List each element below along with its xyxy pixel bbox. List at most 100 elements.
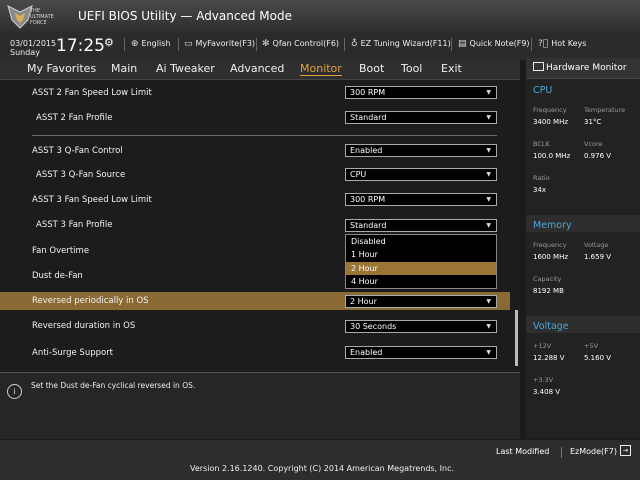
bulb-icon: ♁ — [351, 39, 358, 49]
day: Sunday — [10, 48, 40, 57]
app-title: UEFI BIOS Utility — Advanced Mode — [78, 9, 292, 23]
separator — [561, 447, 562, 458]
question-icon: ?⃞ — [538, 39, 549, 49]
setting-label: Dust de-Fan — [32, 271, 83, 281]
ez-tuning-wizard-button[interactable]: ♁ EZ Tuning Wizard(F11) — [351, 39, 451, 49]
dropdown-arrow-icon: ▼ — [486, 349, 491, 356]
dropdown-option[interactable]: 1 Hour — [346, 248, 496, 261]
asst2-fan-speed-low-limit-select[interactable]: 300 RPM ▼ — [345, 86, 497, 99]
tab-boot[interactable]: Boot — [359, 62, 384, 75]
gear-icon[interactable]: ⚙ — [104, 36, 114, 49]
asst2-fan-profile-select[interactable]: Standard ▼ — [345, 111, 497, 124]
logo-text-line: FORCE — [30, 20, 47, 26]
hot-keys-label: Hot Keys — [551, 39, 587, 48]
separator — [124, 38, 125, 51]
dropdown-arrow-icon: ▼ — [486, 323, 491, 330]
v33-label: +3.3V — [533, 376, 554, 384]
ratio-label: Ratio — [533, 174, 550, 182]
help-text: Set the Dust de-Fan cyclical reversed in… — [31, 381, 196, 390]
cpu-frequency-value: 3400 MHz — [533, 118, 569, 126]
tab-advanced[interactable]: Advanced — [230, 62, 284, 75]
select-value: CPU — [350, 170, 367, 179]
date-display: 03/01/2015 Sunday — [10, 39, 56, 57]
setting-label: Fan Overtime — [32, 246, 90, 256]
setting-label: ASST 3 Fan Speed Low Limit — [32, 195, 152, 205]
select-value: Standard — [350, 113, 387, 122]
dropdown-arrow-icon: ▼ — [486, 196, 491, 203]
monitor-icon — [533, 62, 544, 71]
version-text: Version 2.16.1240. Copyright (C) 2014 Am… — [190, 464, 455, 473]
memory-frequency-value: 1600 MHz — [533, 253, 569, 261]
setting-label: ASST 2 Fan Speed Low Limit — [32, 88, 152, 98]
select-value: 30 Seconds — [350, 322, 397, 331]
tab-main[interactable]: Main — [111, 62, 137, 75]
hot-keys-button[interactable]: ?⃞ Hot Keys — [538, 39, 586, 49]
vcore-label: Vcore — [584, 140, 603, 148]
tab-exit[interactable]: Exit — [441, 62, 462, 75]
select-value: 300 RPM — [350, 195, 386, 204]
separator — [178, 38, 179, 51]
language-button[interactable]: ⊕ English — [131, 39, 170, 49]
capacity-value: 8192 MB — [533, 287, 564, 295]
select-value: 300 RPM — [350, 88, 386, 97]
tab-monitor[interactable]: Monitor — [300, 62, 342, 76]
info-icon: i — [7, 384, 22, 399]
dropdown-arrow-icon: ▼ — [486, 89, 491, 96]
vcore-value: 0.976 V — [584, 152, 612, 160]
bclk-value: 100.0 MHz — [533, 152, 571, 160]
ezmode-button[interactable]: EzMode(F7) — [570, 447, 617, 456]
v5-label: +5V — [584, 342, 599, 350]
exit-arrow-icon[interactable]: ⇥ — [620, 445, 631, 456]
v33-value: 3.408 V — [533, 388, 561, 396]
setting-label: Anti-Surge Support — [32, 348, 114, 358]
myfavorite-button[interactable]: ▭ MyFavorite(F3) — [184, 39, 255, 49]
asst3-qfan-source-select[interactable]: CPU ▼ — [345, 168, 497, 181]
memory-voltage-label: Voltage — [584, 241, 609, 249]
fan-icon: ✻ — [262, 39, 270, 49]
dropdown-option[interactable]: 4 Hour — [346, 275, 496, 288]
capacity-label: Capacity — [533, 275, 562, 283]
voltage-heading: Voltage — [533, 321, 569, 332]
bclk-label: BCLK — [533, 140, 550, 148]
dropdown-arrow-icon: ▼ — [486, 171, 491, 178]
footer-bar — [0, 440, 640, 480]
scrollbar[interactable] — [515, 310, 518, 366]
note-icon: ▤ — [458, 39, 467, 49]
reversed-duration-select[interactable]: 30 Seconds ▼ — [345, 320, 497, 333]
tab-tool[interactable]: Tool — [401, 62, 422, 75]
asst3-qfan-control-select[interactable]: Enabled ▼ — [345, 144, 497, 157]
qfan-control-label: Qfan Control(F6) — [272, 39, 340, 48]
setting-label: Reversed duration in OS — [32, 321, 136, 331]
qfan-control-button[interactable]: ✻ Qfan Control(F6) — [262, 39, 339, 49]
language-label: English — [141, 39, 171, 48]
quick-note-label: Quick Note(F9) — [469, 39, 530, 48]
separator — [256, 38, 257, 51]
reversed-periodically-select[interactable]: 2 Hour ▼ — [345, 295, 497, 308]
setting-label: Reversed periodically in OS — [32, 296, 149, 306]
tab-my-favorites[interactable]: My Favorites — [27, 62, 96, 75]
memory-heading: Memory — [533, 220, 572, 231]
asst3-fan-speed-low-limit-select[interactable]: 300 RPM ▼ — [345, 193, 497, 206]
cpu-temperature-value: 31°C — [584, 118, 602, 126]
section-divider — [32, 135, 497, 136]
quick-note-button[interactable]: ▤ Quick Note(F9) — [458, 39, 530, 49]
dropdown-option-selected[interactable]: 2 Hour — [346, 262, 496, 275]
tab-ai-tweaker[interactable]: Ai Tweaker — [156, 62, 215, 75]
hardware-monitor-title: Hardware Monitor — [546, 63, 627, 73]
setting-label: ASST 3 Q-Fan Control — [32, 146, 123, 156]
cpu-heading: CPU — [533, 85, 553, 96]
setting-label: ASST 2 Fan Profile — [36, 113, 113, 123]
last-modified-button[interactable]: Last Modified — [496, 447, 549, 456]
ez-tuning-wizard-label: EZ Tuning Wizard(F11) — [360, 39, 451, 48]
dropdown-option[interactable]: Disabled — [346, 235, 496, 248]
cpu-temperature-label: Temperature — [584, 106, 626, 114]
anti-surge-support-select[interactable]: Enabled ▼ — [345, 346, 497, 359]
v12-label: +12V — [533, 342, 552, 350]
dropdown-arrow-icon: ▼ — [486, 222, 491, 229]
memory-frequency-label: Frequency — [533, 241, 567, 249]
dropdown-arrow-icon: ▼ — [486, 114, 491, 121]
asst3-fan-profile-select[interactable]: Standard ▼ — [345, 219, 497, 232]
dropdown-list: Disabled 1 Hour 2 Hour 4 Hour — [345, 234, 497, 289]
monitor-icon: ▭ — [184, 39, 193, 49]
select-value: Standard — [350, 221, 387, 230]
